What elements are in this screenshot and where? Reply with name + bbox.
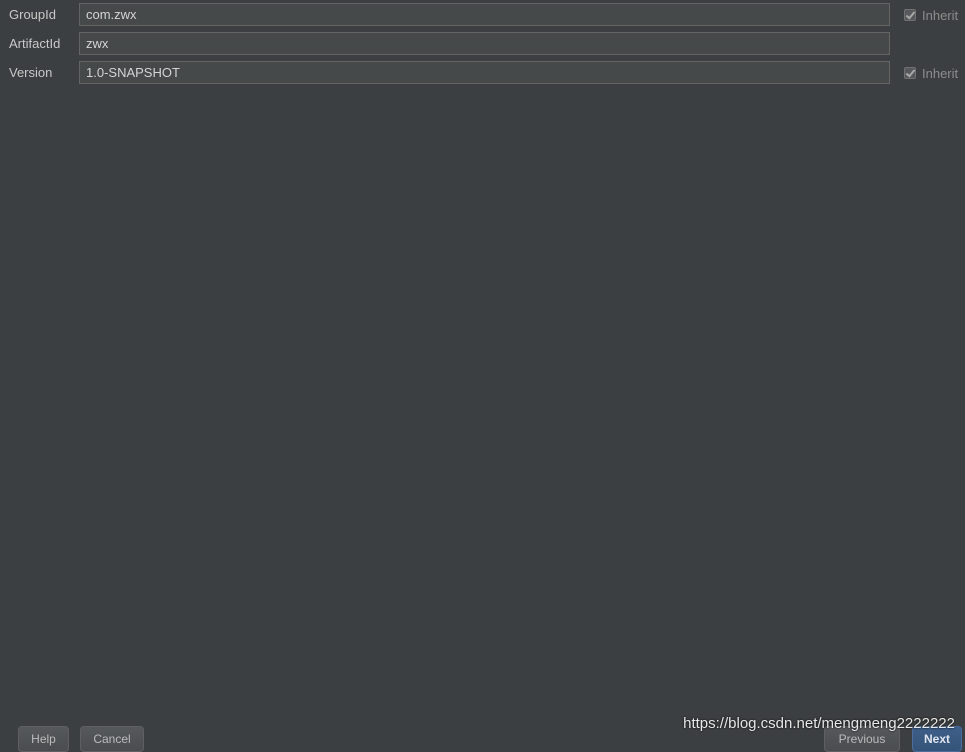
- group-id-inherit-label: Inherit: [922, 7, 959, 23]
- group-id-inherit-checkbox[interactable]: Inherit: [904, 7, 958, 23]
- group-id-input[interactable]: [79, 3, 890, 26]
- cancel-button[interactable]: Cancel: [80, 726, 144, 752]
- artifact-id-label: ArtifactId: [9, 36, 61, 51]
- artifact-id-input[interactable]: [79, 32, 890, 55]
- checkbox-checked-icon: [904, 67, 916, 79]
- checkbox-checked-icon: [904, 9, 916, 21]
- version-input[interactable]: [79, 61, 890, 84]
- version-label: Version: [9, 65, 53, 80]
- version-inherit-checkbox[interactable]: Inherit: [904, 65, 958, 81]
- group-id-row: GroupId Inherit: [0, 3, 965, 27]
- new-project-dialog: { "form": { "group_id": { "label": "Grou…: [0, 0, 965, 752]
- watermark-url: https://blog.csdn.net/mengmeng2222222: [683, 715, 955, 732]
- help-button[interactable]: Help: [18, 726, 69, 752]
- group-id-label: GroupId: [9, 7, 56, 22]
- version-row: Version Inherit: [0, 61, 965, 85]
- artifact-id-row: ArtifactId: [0, 32, 965, 56]
- version-inherit-label: Inherit: [922, 65, 959, 81]
